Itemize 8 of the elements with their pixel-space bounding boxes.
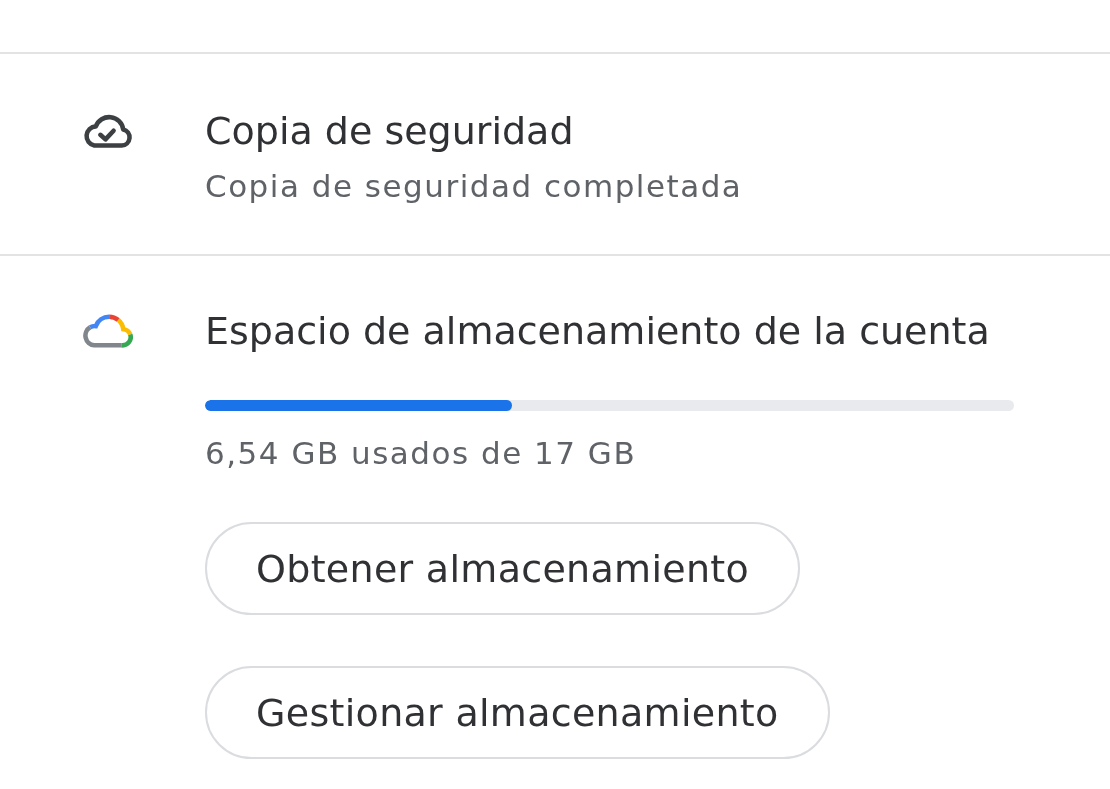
section-title: Copia de seguridad — [205, 109, 575, 153]
backup-status-text: Copia de seguridad completada — [205, 167, 744, 206]
cloud-icon — [83, 314, 133, 348]
section-title: Espacio de almacenamiento de la cuenta — [205, 309, 991, 353]
storage-button[interactable]: Gestionar almacenamiento — [205, 666, 830, 759]
storage-button[interactable]: Obtener almacenamiento — [205, 522, 801, 615]
storage-usage-text: 6,54 GB usados de 17 GB — [205, 434, 638, 473]
cloud-check-icon — [83, 114, 133, 148]
